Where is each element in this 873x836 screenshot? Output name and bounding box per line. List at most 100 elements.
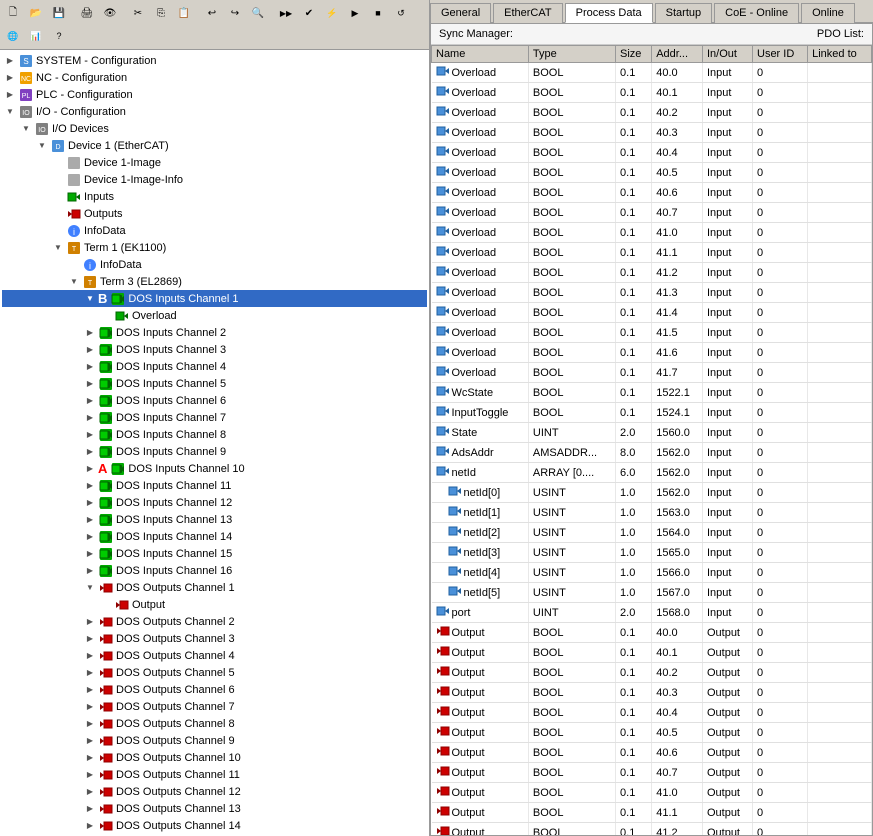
tab-coe---online[interactable]: CoE - Online [714, 3, 799, 23]
table-row[interactable]: Output BOOL0.141.1Output0 [432, 803, 872, 823]
toolbar-cut-btn[interactable]: ✂ [127, 2, 149, 24]
tree-expander-dosin10[interactable]: ▶ [82, 461, 98, 477]
tree-item-dosout7[interactable]: ▶DOS Outputs Channel 7 [2, 698, 427, 715]
tree-expander-iodevices[interactable]: ▼ [18, 121, 34, 137]
tree-expander-dosin1[interactable]: ▼ [82, 291, 98, 307]
table-row[interactable]: Output BOOL0.140.2Output0 [432, 663, 872, 683]
tree-expander-dosout3[interactable]: ▶ [82, 631, 98, 647]
tree-expander-dosout4[interactable]: ▶ [82, 648, 98, 664]
tree-expander-plc[interactable]: ▶ [2, 87, 18, 103]
table-row[interactable]: Output BOOL0.140.6Output0 [432, 743, 872, 763]
tree-expander-dosin13[interactable]: ▶ [82, 512, 98, 528]
table-row[interactable]: Overload BOOL0.141.0Input0 [432, 223, 872, 243]
table-row[interactable]: netId ARRAY [0....6.01562.0Input0 [432, 463, 872, 483]
tree-item-system[interactable]: ▶SSYSTEM - Configuration [2, 52, 427, 69]
tab-ethercat[interactable]: EtherCAT [493, 3, 562, 23]
table-row[interactable]: Output BOOL0.141.0Output0 [432, 783, 872, 803]
toolbar-activate-btn[interactable]: ⚡ [321, 2, 343, 24]
toolbar-online-btn[interactable]: 🌐 [2, 25, 24, 47]
tree-expander-dosout8[interactable]: ▶ [82, 716, 98, 732]
tree-expander-dosout9[interactable]: ▶ [82, 733, 98, 749]
tree-item-dosin2[interactable]: ▶DOS Inputs Channel 2 [2, 324, 427, 341]
tree-item-dosout3[interactable]: ▶DOS Outputs Channel 3 [2, 630, 427, 647]
tree-item-dosout12[interactable]: ▶DOS Outputs Channel 12 [2, 783, 427, 800]
tree-item-dosin14[interactable]: ▶DOS Inputs Channel 14 [2, 528, 427, 545]
toolbar-start-btn[interactable]: ▶ [344, 2, 366, 24]
table-row[interactable]: WcState BOOL0.11522.1Input0 [432, 383, 872, 403]
table-row[interactable]: Overload BOOL0.141.1Input0 [432, 243, 872, 263]
table-row[interactable]: State UINT2.01560.0Input0 [432, 423, 872, 443]
tree-expander-dosin5[interactable]: ▶ [82, 376, 98, 392]
table-row[interactable]: Overload BOOL0.140.0Input0 [432, 63, 872, 83]
table-row[interactable]: Output BOOL0.140.1Output0 [432, 643, 872, 663]
tree-item-dosin11[interactable]: ▶DOS Inputs Channel 11 [2, 477, 427, 494]
tree-expander-dosin6[interactable]: ▶ [82, 393, 98, 409]
toolbar-new-btn[interactable]: 🗋 [2, 2, 24, 24]
tree-item-dosin12[interactable]: ▶DOS Inputs Channel 12 [2, 494, 427, 511]
toolbar-save-btn[interactable]: 💾 [48, 2, 70, 24]
table-row[interactable]: Output BOOL0.140.7Output0 [432, 763, 872, 783]
table-row[interactable]: Overload BOOL0.141.5Input0 [432, 323, 872, 343]
tree-expander-term1[interactable]: ▼ [50, 240, 66, 256]
toolbar-check-btn[interactable]: ✔ [298, 2, 320, 24]
table-row[interactable]: Overload BOOL0.140.1Input0 [432, 83, 872, 103]
toolbar-paste-btn[interactable]: 📋 [173, 2, 195, 24]
table-row[interactable]: Overload BOOL0.141.2Input0 [432, 263, 872, 283]
tree-expander-dosin9[interactable]: ▶ [82, 444, 98, 460]
table-row[interactable]: Overload BOOL0.140.4Input0 [432, 143, 872, 163]
tree-expander-dosin14[interactable]: ▶ [82, 529, 98, 545]
tree-expander-dosout6[interactable]: ▶ [82, 682, 98, 698]
toolbar-undo-btn[interactable]: ↩ [201, 2, 223, 24]
tree-expander-dosout10[interactable]: ▶ [82, 750, 98, 766]
tree-expander-dosin16[interactable]: ▶ [82, 563, 98, 579]
table-row[interactable]: netId[0] USINT1.01562.0Input0 [432, 483, 872, 503]
tree-item-infodata[interactable]: iInfoData [2, 222, 427, 239]
table-row[interactable]: Overload BOOL0.140.6Input0 [432, 183, 872, 203]
table-row[interactable]: AdsAddr AMSADDR...8.01562.0Input0 [432, 443, 872, 463]
tree-item-dosin1[interactable]: ▼BDOS Inputs Channel 1 [2, 290, 427, 307]
tab-online[interactable]: Online [801, 3, 855, 23]
table-row[interactable]: Overload BOOL0.140.7Input0 [432, 203, 872, 223]
tree-item-dosin16[interactable]: ▶DOS Inputs Channel 16 [2, 562, 427, 579]
tree-expander-term3[interactable]: ▼ [66, 274, 82, 290]
tree-item-dosin7[interactable]: ▶DOS Inputs Channel 7 [2, 409, 427, 426]
toolbar-print-btn[interactable]: 🖨 [76, 2, 98, 24]
table-row[interactable]: Output BOOL0.140.0Output0 [432, 623, 872, 643]
toolbar-restart-btn[interactable]: ↺ [390, 2, 412, 24]
tree-item-overload1[interactable]: Overload [2, 307, 427, 324]
tree-item-dosin10[interactable]: ▶ADOS Inputs Channel 10 [2, 460, 427, 477]
tree-item-dosout9[interactable]: ▶DOS Outputs Channel 9 [2, 732, 427, 749]
tree-expander-dosin11[interactable]: ▶ [82, 478, 98, 494]
tree-expander-dosout5[interactable]: ▶ [82, 665, 98, 681]
tree-item-dosout14[interactable]: ▶DOS Outputs Channel 14 [2, 817, 427, 834]
toolbar-help-btn[interactable]: ? [48, 25, 70, 47]
tree-item-inputs[interactable]: Inputs [2, 188, 427, 205]
tree-item-iodevices[interactable]: ▼IOI/O Devices [2, 120, 427, 137]
tree-item-outputs[interactable]: Outputs [2, 205, 427, 222]
tree-expander-system[interactable]: ▶ [2, 53, 18, 69]
tab-process-data[interactable]: Process Data [565, 3, 653, 23]
tree-expander-dosin2[interactable]: ▶ [82, 325, 98, 341]
tree-item-dosout8[interactable]: ▶DOS Outputs Channel 8 [2, 715, 427, 732]
tree-item-dosout4[interactable]: ▶DOS Outputs Channel 4 [2, 647, 427, 664]
tree-item-dosin8[interactable]: ▶DOS Inputs Channel 8 [2, 426, 427, 443]
table-row[interactable]: netId[1] USINT1.01563.0Input0 [432, 503, 872, 523]
tree-item-dosin3[interactable]: ▶DOS Inputs Channel 3 [2, 341, 427, 358]
tree-item-dosout13[interactable]: ▶DOS Outputs Channel 13 [2, 800, 427, 817]
table-row[interactable]: Overload BOOL0.141.4Input0 [432, 303, 872, 323]
tree-expander-dosout7[interactable]: ▶ [82, 699, 98, 715]
tree-item-dosout2[interactable]: ▶DOS Outputs Channel 2 [2, 613, 427, 630]
table-row[interactable]: Overload BOOL0.141.6Input0 [432, 343, 872, 363]
table-row[interactable]: netId[3] USINT1.01565.0Input0 [432, 543, 872, 563]
tab-startup[interactable]: Startup [655, 3, 712, 23]
tree-expander-dosout2[interactable]: ▶ [82, 614, 98, 630]
tree-expander-dosout1[interactable]: ▼ [82, 580, 98, 596]
table-row[interactable]: Overload BOOL0.141.7Input0 [432, 363, 872, 383]
tree-item-device1imginfo[interactable]: Device 1-Image-Info [2, 171, 427, 188]
tree-expander-dosin12[interactable]: ▶ [82, 495, 98, 511]
tree-item-dosin13[interactable]: ▶DOS Inputs Channel 13 [2, 511, 427, 528]
toolbar-copy-btn[interactable]: ⎘ [150, 2, 172, 24]
tree-expander-dosin7[interactable]: ▶ [82, 410, 98, 426]
tree-expander-dosin15[interactable]: ▶ [82, 546, 98, 562]
tree-expander-io[interactable]: ▼ [2, 104, 18, 120]
